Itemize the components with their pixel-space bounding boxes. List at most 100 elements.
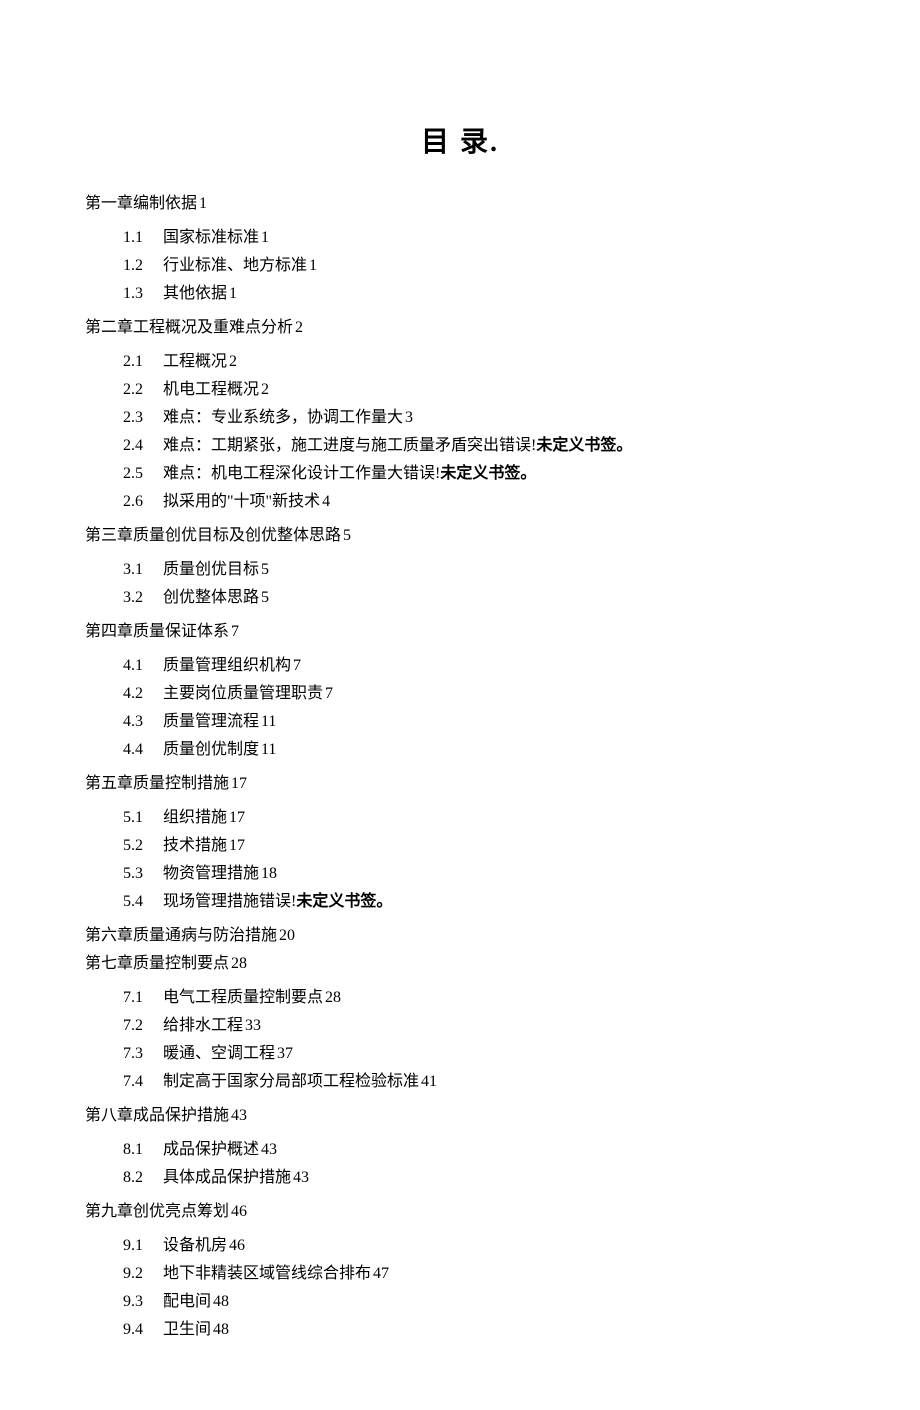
toc-chapter-entry[interactable]: 第三章质量创优目标及创优整体思路5	[85, 522, 835, 550]
toc-section-page: 2	[261, 381, 269, 398]
toc-section-label: 电气工程质量控制要点	[163, 989, 323, 1006]
toc-section-entry[interactable]: 2.3难点：专业系统多，协调工作量大3	[123, 404, 835, 432]
toc-section-group: 1.1国家标准标准11.2行业标准、地方标准11.3 其他依据 1	[85, 224, 835, 308]
toc-chapter-entry[interactable]: 第五章质量控制措施17	[85, 770, 835, 798]
toc-body: 第一章编制依据1 1.1国家标准标准11.2行业标准、地方标准11.3 其他依据 1 第…	[85, 190, 835, 1344]
toc-section-entry[interactable]: 1.2行业标准、地方标准1	[123, 252, 835, 280]
toc-section-number: 2.2	[123, 376, 153, 404]
toc-chapter-page: 5	[343, 527, 351, 544]
toc-section-page: 4	[322, 493, 330, 510]
toc-section-page: 2	[229, 353, 237, 370]
toc-chapter-page: 1	[199, 195, 207, 212]
toc-section-number: 9.1	[123, 1232, 153, 1260]
toc-section-entry[interactable]: 9.2地下非精装区域管线综合排布47	[123, 1260, 835, 1288]
toc-section-number: 9.2	[123, 1260, 153, 1288]
toc-chapter-page: 2	[295, 319, 303, 336]
toc-section-number: 8.2	[123, 1164, 153, 1192]
toc-section-number: 2.6	[123, 488, 153, 516]
toc-section-entry[interactable]: 5.1组织措施17	[123, 804, 835, 832]
document-page: 目 录. 第一章编制依据11.1国家标准标准11.2行业标准、地方标准11.3其…	[0, 0, 920, 1410]
toc-section-label: 设备机房	[163, 1237, 227, 1254]
toc-section-entry[interactable]: 2.4难点：工期紧张，施工进度与施工质量矛盾突出错误!未定义书签。	[123, 432, 835, 460]
toc-section-entry[interactable]: 9.1 设备机房46	[123, 1232, 835, 1260]
toc-section-number: 2.3	[123, 404, 153, 432]
toc-chapter-label: 第三章质量创优目标及创优整体思路	[85, 527, 341, 544]
toc-section-entry[interactable]: 4.4质量创优制度11	[123, 736, 835, 764]
toc-chapter-entry[interactable]: 第八章成品保护措施43	[85, 1102, 835, 1130]
toc-chapter-label: 第九章创优亮点筹划	[85, 1203, 229, 1220]
toc-section-number: 3.2	[123, 584, 153, 612]
toc-section-number: 2.1	[123, 348, 153, 376]
toc-section-label: 难点：工期紧张，施工进度与施工质量矛盾突出	[163, 437, 499, 454]
toc-section-entry[interactable]: 7.1电气工程质量控制要点28	[123, 984, 835, 1012]
toc-section-entry[interactable]: 2.1工程概况2	[123, 348, 835, 376]
toc-section-page: 5	[261, 561, 269, 578]
toc-chapter-entry[interactable]: 第一章编制依据1	[85, 190, 835, 218]
toc-section-label: 其他依据	[163, 285, 227, 302]
toc-section-entry[interactable]: 5.2技术措施17	[123, 832, 835, 860]
toc-section-number: 4.1	[123, 652, 153, 680]
toc-section-page: 3	[405, 409, 413, 426]
toc-section-page: 5	[261, 589, 269, 606]
toc-section-entry[interactable]: 5.4现场管理措施错误!未定义书签。	[123, 888, 835, 916]
toc-section-entry[interactable]: 8.2具体成品保护措施43	[123, 1164, 835, 1192]
toc-section-entry[interactable]: 3.2创优整体思路5	[123, 584, 835, 612]
toc-section-page: 43	[261, 1141, 277, 1158]
toc-chapter-label: 第七章质量控制要点	[85, 955, 229, 972]
toc-section-entry[interactable]: 2.5难点：机电工程深化设计工作量大错误!未定义书签。	[123, 460, 835, 488]
toc-section-page: 1	[309, 257, 317, 274]
toc-section-label: 现场管理措施	[163, 893, 259, 910]
toc-section-number: 7.2	[123, 1012, 153, 1040]
toc-section-page: 11	[261, 713, 276, 730]
toc-section-group: 9.1 设备机房46 9.2地下非精装区域管线综合排布479.3配电间489.4卫生…	[85, 1232, 835, 1344]
toc-section-label: 国家标准标准	[163, 229, 259, 246]
toc-section-label: 行业标准、地方标准	[163, 257, 307, 274]
toc-section-entry[interactable]: 9.4卫生间48	[123, 1316, 835, 1344]
toc-section-page: 1	[261, 229, 269, 246]
toc-section-label: 难点：机电工程深化设计工作量大	[163, 465, 403, 482]
toc-section-entry[interactable]: 4.1质量管理组织机构7	[123, 652, 835, 680]
toc-section-label: 主要岗位质量管理职责	[163, 685, 323, 702]
toc-error-prefix: 错误!	[403, 465, 440, 482]
toc-section-label: 质量创优制度	[163, 741, 259, 758]
toc-section-page: 17	[229, 837, 245, 854]
toc-chapter-entry[interactable]: 第四章质量保证体系7	[85, 618, 835, 646]
toc-chapter-page: 43	[231, 1107, 247, 1124]
toc-section-entry[interactable]: 9.3配电间48	[123, 1288, 835, 1316]
toc-chapter-page: 46	[231, 1203, 247, 1220]
toc-section-entry[interactable]: 1.1国家标准标准1	[123, 224, 835, 252]
toc-section-entry[interactable]: 2.6拟采用的"十项"新技术4	[123, 488, 835, 516]
toc-section-page: 18	[261, 865, 277, 882]
toc-chapter-entry[interactable]: 第六章质量通病与防治措施20	[85, 922, 835, 950]
toc-chapter-label: 第二章工程概况及重难点分析	[85, 319, 293, 336]
toc-section-entry[interactable]: 8.1成品保护概述43	[123, 1136, 835, 1164]
toc-section-group: 3.1质量创优目标53.2创优整体思路5	[85, 556, 835, 612]
toc-chapter-entry[interactable]: 第九章创优亮点筹划46	[85, 1198, 835, 1226]
toc-section-page: 46	[229, 1237, 245, 1254]
toc-chapter-label: 第四章质量保证体系	[85, 623, 229, 640]
toc-section-group: 8.1成品保护概述438.2具体成品保护措施43	[85, 1136, 835, 1192]
toc-section-entry[interactable]: 3.1质量创优目标5	[123, 556, 835, 584]
toc-section-label: 机电工程概况	[163, 381, 259, 398]
toc-section-number: 1.3	[123, 280, 153, 308]
toc-section-entry[interactable]: 4.3质量管理流程11	[123, 708, 835, 736]
toc-section-entry[interactable]: 5.3物资管理措施18	[123, 860, 835, 888]
toc-section-entry[interactable]: 7.3暖通、空调工程37	[123, 1040, 835, 1068]
toc-section-entry[interactable]: 7.4制定高于国家分局部项工程检验标准41	[123, 1068, 835, 1096]
toc-section-entry[interactable]: 2.2 机电工程概况2	[123, 376, 835, 404]
toc-section-number: 7.1	[123, 984, 153, 1012]
toc-section-number: 9.4	[123, 1316, 153, 1344]
toc-chapter-page: 17	[231, 775, 247, 792]
toc-error-text: 未定义书签。	[296, 893, 392, 910]
toc-chapter-entry[interactable]: 第二章工程概况及重难点分析2	[85, 314, 835, 342]
toc-section-label: 质量管理组织机构	[163, 657, 291, 674]
toc-chapter-entry[interactable]: 第七章质量控制要点28	[85, 950, 835, 978]
toc-section-entry[interactable]: 4.2主要岗位质量管理职责7	[123, 680, 835, 708]
toc-section-page: 33	[245, 1017, 261, 1034]
toc-section-entry[interactable]: 1.3其他依据1	[123, 280, 835, 308]
toc-section-label: 暖通、空调工程	[163, 1045, 275, 1062]
toc-chapter-page: 7	[231, 623, 239, 640]
toc-section-group: 7.1电气工程质量控制要点287.2给排水工程337.3暖通、空调工程377.4…	[85, 984, 835, 1096]
toc-section-number: 9.3	[123, 1288, 153, 1316]
toc-section-entry[interactable]: 7.2给排水工程33	[123, 1012, 835, 1040]
